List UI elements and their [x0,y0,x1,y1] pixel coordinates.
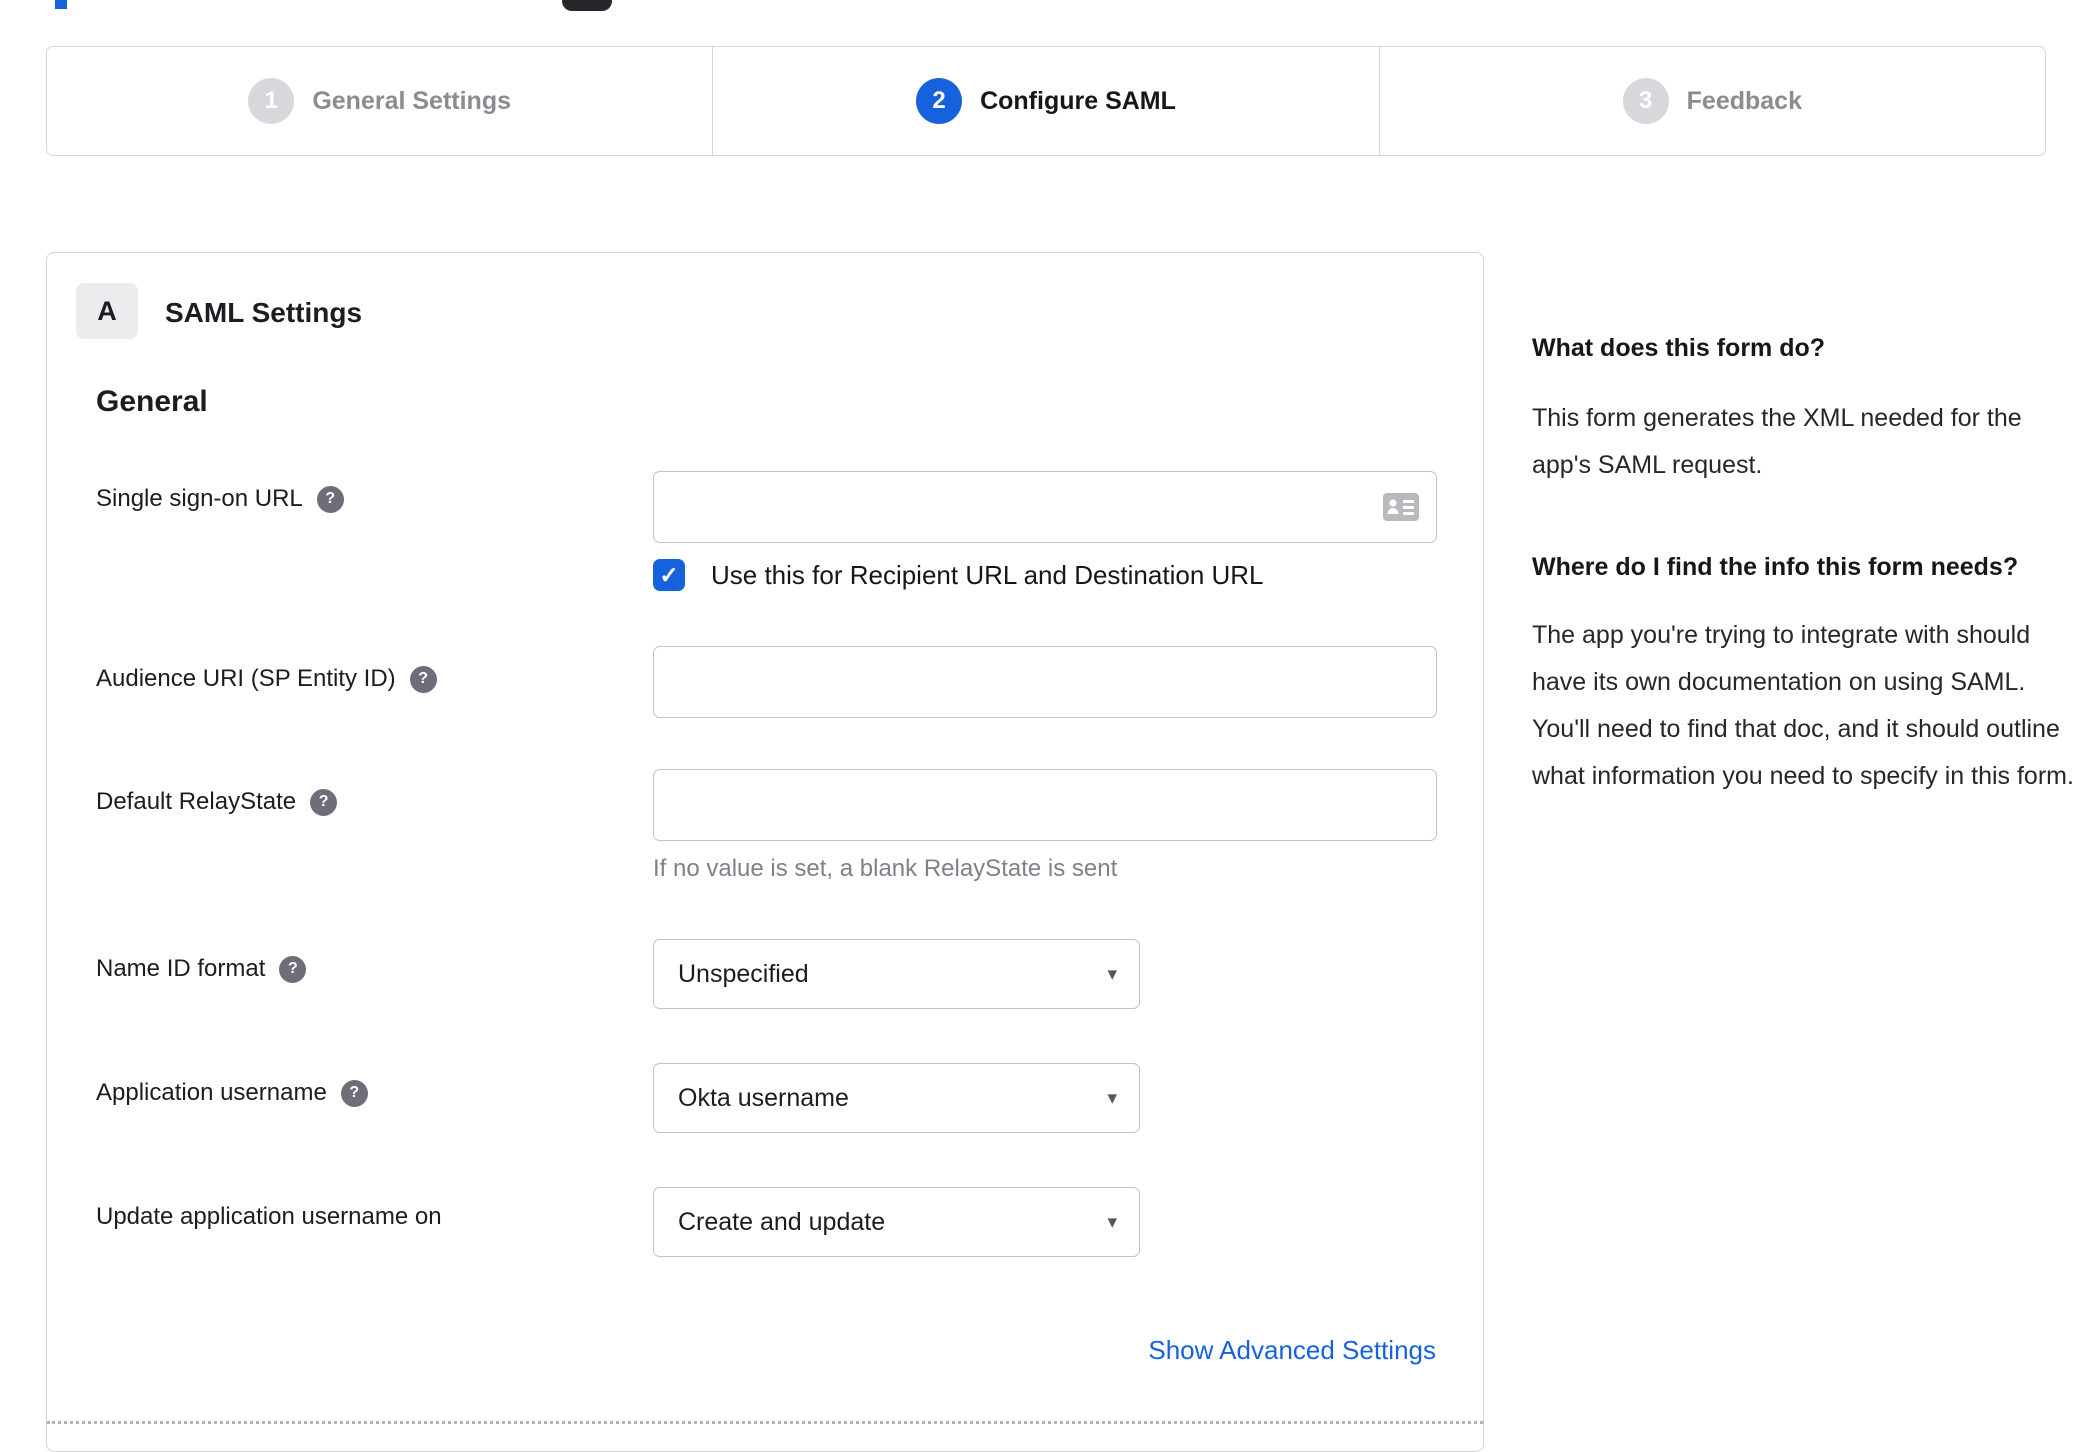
update-username-label: Update application username on [96,1203,442,1230]
app-username-label-row: Application username ? [96,1079,368,1107]
relaystate-label: Default RelayState [96,788,297,815]
nameid-format-label: Name ID format [96,955,266,982]
relaystate-label-row: Default RelayState ? [96,788,338,816]
clipped-title-fragment-dark [562,0,612,11]
clipped-title-fragment-blue [55,0,67,9]
step-label: Configure SAML [980,86,1176,115]
sso-url-label: Single sign-on URL [96,485,303,512]
group-title-general: General [96,385,208,418]
app-username-label: Application username [96,1079,327,1106]
help-sidebar: What does this form do? This form genera… [1532,326,2080,800]
step-number-badge: 3 [1622,78,1669,124]
step-label: Feedback [1686,86,1802,115]
sso-url-input-wrap [653,471,1437,543]
show-advanced-settings-link[interactable]: Show Advanced Settings [1148,1335,1436,1366]
step-configure-saml: 2 Configure SAML [712,47,1378,155]
help-icon[interactable]: ? [279,955,307,983]
chevron-down-icon: ▾ [1107,1211,1117,1233]
audience-uri-input[interactable] [653,646,1437,718]
relaystate-helper-text: If no value is set, a blank RelayState i… [653,855,1118,882]
app-username-select[interactable]: Okta username ▾ [653,1063,1140,1133]
relaystate-input[interactable] [653,769,1437,841]
help-icon[interactable]: ? [316,485,344,513]
update-username-label-row: Update application username on [96,1203,442,1231]
update-username-select[interactable]: Create and update ▾ [653,1187,1140,1257]
step-feedback: 3 Feedback [1378,47,2045,155]
update-username-value: Create and update [678,1207,886,1236]
saml-settings-panel: A SAML Settings General Single sign-on U… [46,252,1484,1452]
nameid-format-select[interactable]: Unspecified ▾ [653,939,1140,1009]
help-icon[interactable]: ? [310,788,338,816]
section-a-badge: A [76,283,138,339]
step-number-badge: 2 [916,78,963,124]
section-dotted-divider [47,1421,1483,1424]
recipient-url-checkbox[interactable]: ✓ [653,559,685,591]
wizard-stepper: 1 General Settings 2 Configure SAML 3 Fe… [46,46,2046,156]
step-general-settings: 1 General Settings [47,47,712,155]
chevron-down-icon: ▾ [1107,1087,1117,1109]
step-label: General Settings [312,86,511,115]
step-number-badge: 1 [248,78,295,124]
help-icon[interactable]: ? [340,1079,368,1107]
sso-url-label-row: Single sign-on URL ? [96,485,344,513]
chevron-down-icon: ▾ [1107,963,1117,985]
sidebar-body-where: The app you're trying to integrate with … [1532,621,2074,790]
contact-card-icon[interactable] [1383,493,1419,521]
help-icon[interactable]: ? [409,665,437,693]
recipient-url-checkbox-label: Use this for Recipient URL and Destinati… [711,559,1264,590]
recipient-url-checkbox-row: ✓ Use this for Recipient URL and Destina… [653,559,1264,591]
audience-uri-label-row: Audience URI (SP Entity ID) ? [96,665,437,693]
sidebar-heading-what: What does this form do? [1532,334,1826,362]
app-username-value: Okta username [678,1083,849,1112]
sidebar-heading-where: Where do I find the info this form needs… [1532,553,2019,581]
sso-url-input[interactable] [653,471,1437,543]
relaystate-input-wrap [653,769,1437,841]
nameid-format-label-row: Name ID format ? [96,955,307,983]
panel-title: SAML Settings [165,297,363,328]
audience-uri-input-wrap [653,646,1437,718]
nameid-format-value: Unspecified [678,959,809,988]
sidebar-body-what: This form generates the XML needed for t… [1532,404,2022,479]
audience-uri-label: Audience URI (SP Entity ID) [96,665,396,692]
